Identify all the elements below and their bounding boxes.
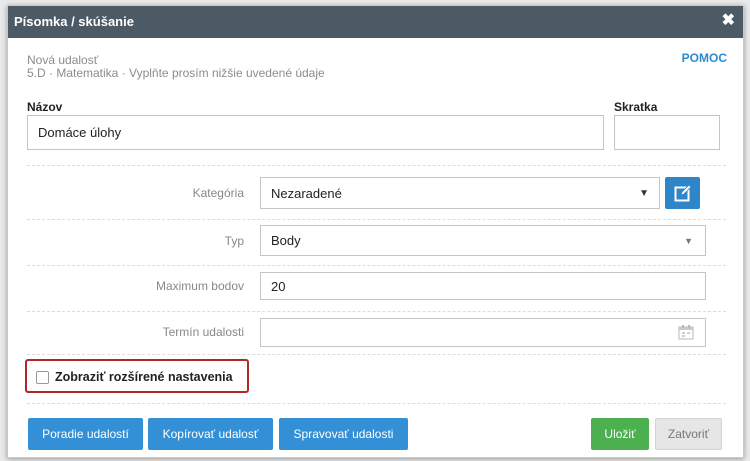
name-input-value: Domáce úlohy — [38, 125, 122, 140]
divider — [27, 219, 726, 220]
edit-icon — [674, 184, 692, 202]
dialog-titlebar: Písomka / skúšanie ✖ — [8, 6, 743, 38]
manage-events-button[interactable]: Spravovať udalosti — [279, 418, 408, 450]
event-status: Nová udalosť — [27, 53, 99, 67]
event-context: 5.D · Matematika · Vyplňte prosím nižšie… — [27, 66, 325, 80]
type-label: Typ — [224, 234, 244, 248]
short-label: Skratka — [614, 100, 658, 114]
type-select[interactable]: Body ▼ — [260, 225, 706, 256]
divider — [27, 354, 726, 355]
divider — [27, 311, 726, 312]
type-value: Body — [271, 233, 301, 248]
dropdown-arrow-icon: ▼ — [639, 188, 649, 199]
divider — [27, 403, 726, 404]
dialog-title: Písomka / skúšanie — [14, 14, 134, 29]
category-label: Kategória — [192, 186, 244, 200]
divider — [27, 165, 726, 166]
deadline-input[interactable] — [260, 318, 706, 347]
help-link[interactable]: POMOC — [682, 51, 727, 65]
category-value: Nezaradené — [271, 185, 342, 201]
close-button[interactable]: Zatvoriť — [655, 418, 722, 450]
dropdown-arrow-icon: ▼ — [684, 236, 693, 246]
short-input[interactable] — [614, 115, 720, 150]
name-label: Názov — [27, 100, 63, 114]
event-dialog: Písomka / skúšanie ✖ Nová udalosť 5.D · … — [7, 5, 744, 458]
save-button[interactable]: Uložiť — [591, 418, 649, 450]
max-points-input[interactable]: 20 — [260, 272, 706, 300]
close-icon[interactable]: ✖ — [722, 12, 735, 30]
advanced-settings-checkbox[interactable] — [36, 371, 49, 384]
max-points-value: 20 — [271, 278, 286, 294]
advanced-settings-label[interactable]: Zobraziť rozšírené nastavenia — [55, 370, 233, 384]
max-points-label: Maximum bodov — [155, 279, 244, 293]
divider — [27, 265, 726, 266]
name-input[interactable]: Domáce úlohy — [27, 115, 604, 150]
deadline-label: Termín udalosti — [162, 325, 244, 339]
category-select[interactable]: Nezaradené ▼ — [260, 177, 660, 209]
event-order-button[interactable]: Poradie udalostí — [28, 418, 143, 450]
copy-event-button[interactable]: Kopírovať udalosť — [148, 418, 273, 450]
calendar-icon[interactable] — [678, 324, 694, 340]
edit-category-button[interactable] — [665, 177, 700, 209]
